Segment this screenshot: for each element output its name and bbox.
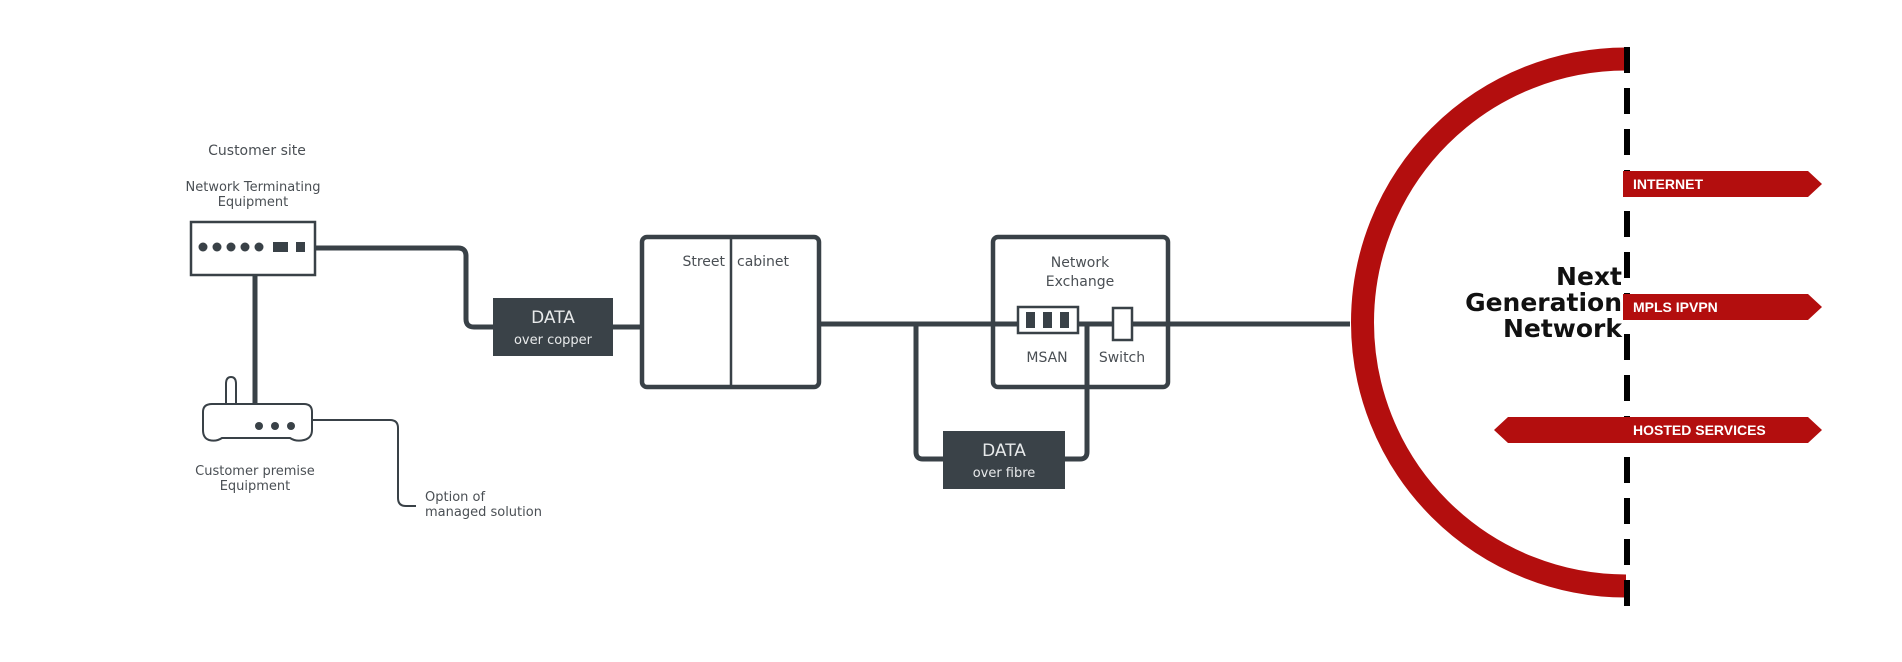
service-banner-hosted[interactable]: HOSTED SERVICES	[1494, 417, 1822, 443]
managed-label-line2: managed solution	[425, 505, 542, 520]
line-managed-solution	[312, 419, 416, 507]
fibre-box-subtitle: over fibre	[973, 466, 1036, 481]
service-label-mpls: MPLS IPVPN	[1633, 299, 1718, 315]
line-nte-to-copper	[315, 245, 493, 330]
street-cabinet: Street cabinet	[639, 234, 822, 390]
service-label-internet: INTERNET	[1633, 176, 1703, 192]
service-banner-internet[interactable]: INTERNET	[1623, 171, 1822, 197]
nte-label-line2: Equipment	[218, 195, 289, 210]
street-cabinet-label-left: Street	[682, 254, 725, 270]
exchange-title-line2: Exchange	[1046, 274, 1114, 290]
ngn-label-line3: Network	[1503, 314, 1623, 343]
data-over-fibre-box: DATA over fibre	[943, 431, 1065, 489]
fibre-box-title: DATA	[982, 441, 1026, 461]
nte-label-line1: Network Terminating	[186, 180, 321, 195]
switch-icon	[1111, 306, 1134, 342]
copper-box-title: DATA	[531, 308, 575, 328]
network-exchange: Network Exchange MSAN Switch	[990, 234, 1171, 390]
copper-box-subtitle: over copper	[514, 333, 593, 348]
msan-icon	[1016, 305, 1080, 335]
ngn-label-line2: Generation	[1465, 288, 1622, 317]
managed-label-line1: Option of	[425, 490, 485, 505]
service-banner-mpls[interactable]: MPLS IPVPN	[1623, 294, 1822, 320]
switch-label: Switch	[1099, 350, 1145, 366]
data-over-copper-box: DATA over copper	[493, 298, 613, 356]
nte-device-icon	[189, 220, 317, 277]
ngn-label-line1: Next	[1556, 262, 1622, 291]
street-cabinet-label-right: cabinet	[737, 254, 790, 270]
cpe-label-line2: Equipment	[220, 479, 291, 494]
cpe-label-line1: Customer premise	[195, 464, 315, 479]
msan-label: MSAN	[1026, 350, 1067, 366]
customer-site-heading: Customer site	[208, 143, 306, 159]
service-label-hosted: HOSTED SERVICES	[1633, 422, 1766, 438]
network-diagram: Customer site Network Terminating Equipm…	[186, 47, 1822, 609]
exchange-title-line1: Network	[1051, 255, 1110, 271]
